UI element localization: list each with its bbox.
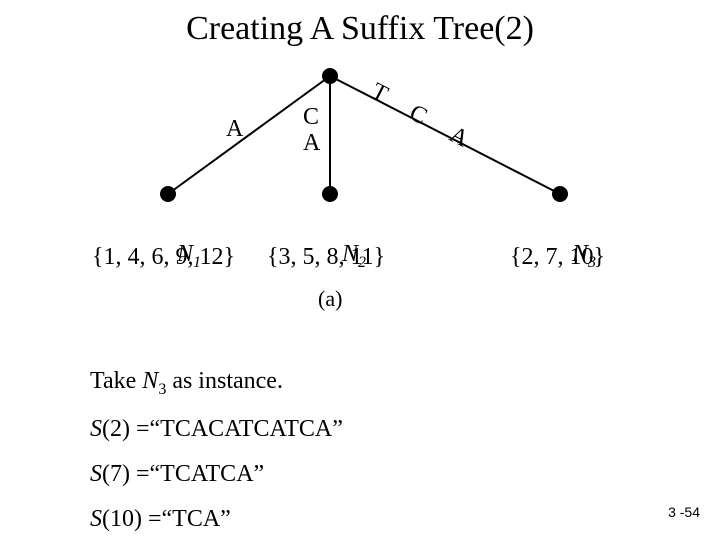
leaf-n2-set: {3, 5, 8, 11} (267, 244, 385, 271)
figure-label: (a) (318, 286, 342, 312)
tree-leaf-n1-node (160, 186, 176, 202)
tree-leaf-n3-node (552, 186, 568, 202)
take-line: Take N3 as instance. (90, 368, 283, 399)
tree-leaf-n2-node (322, 186, 338, 202)
page-number: 3 -54 (668, 504, 700, 520)
edge-label-left: A (226, 116, 243, 143)
tree-root-node (322, 68, 338, 84)
s7-line: S(7) =“TCATCA” (90, 461, 264, 488)
page-title: Creating A Suffix Tree(2) (0, 0, 720, 48)
edge-label-mid-1: C (303, 104, 319, 131)
leaf-n1-set: {1, 4, 6, 9, 12} (92, 244, 235, 271)
s10-line: S(10) =“TCA” (90, 506, 231, 533)
edge-label-mid-2: A (303, 130, 320, 157)
s2-line: S(2) =“TCACATCATCA” (90, 416, 343, 443)
leaf-n3-set: {2, 7, 10} (510, 244, 605, 271)
suffix-tree-diagram: A C A T C A N1 {1, 4, 6, 9, 12} N2 {3, 5… (0, 54, 720, 314)
